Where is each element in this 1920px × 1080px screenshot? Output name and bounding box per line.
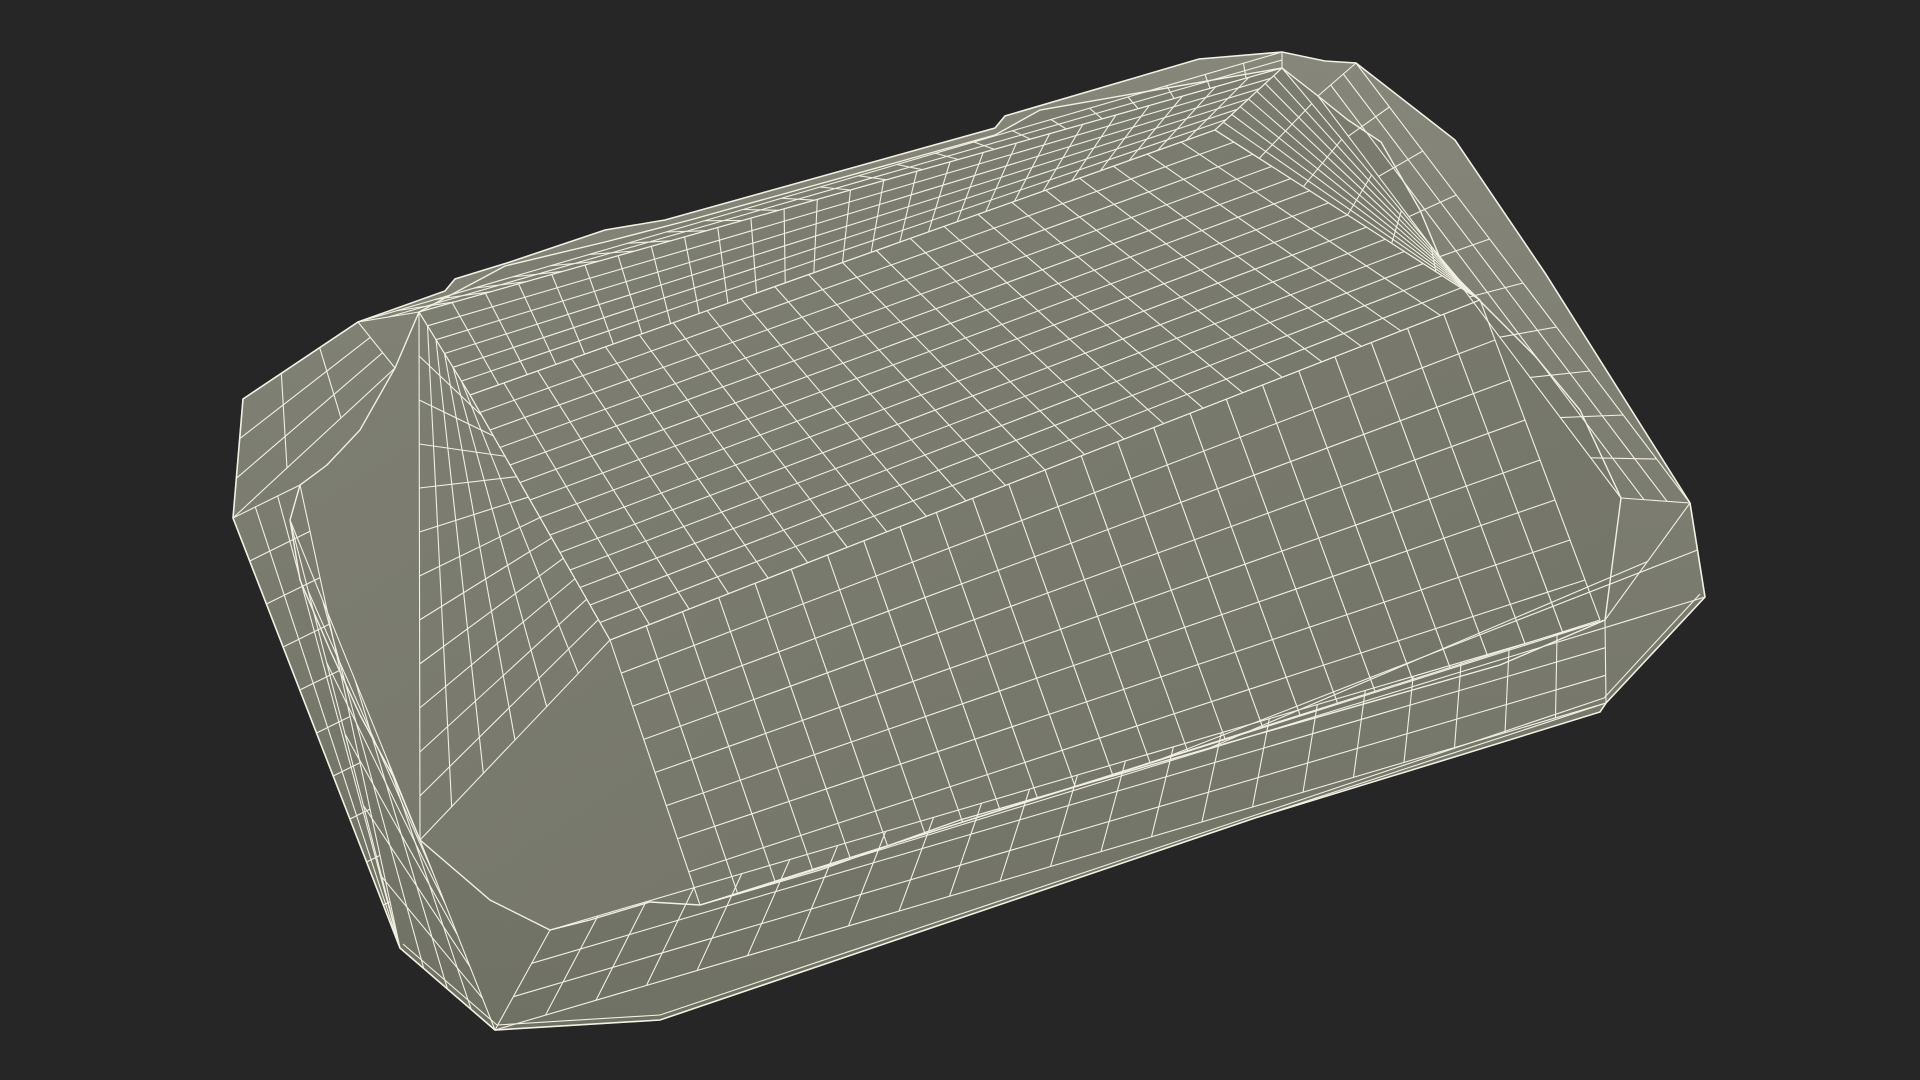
wireframe-tray-mesh <box>232 51 1706 1031</box>
3d-viewport[interactable] <box>0 0 1920 1080</box>
